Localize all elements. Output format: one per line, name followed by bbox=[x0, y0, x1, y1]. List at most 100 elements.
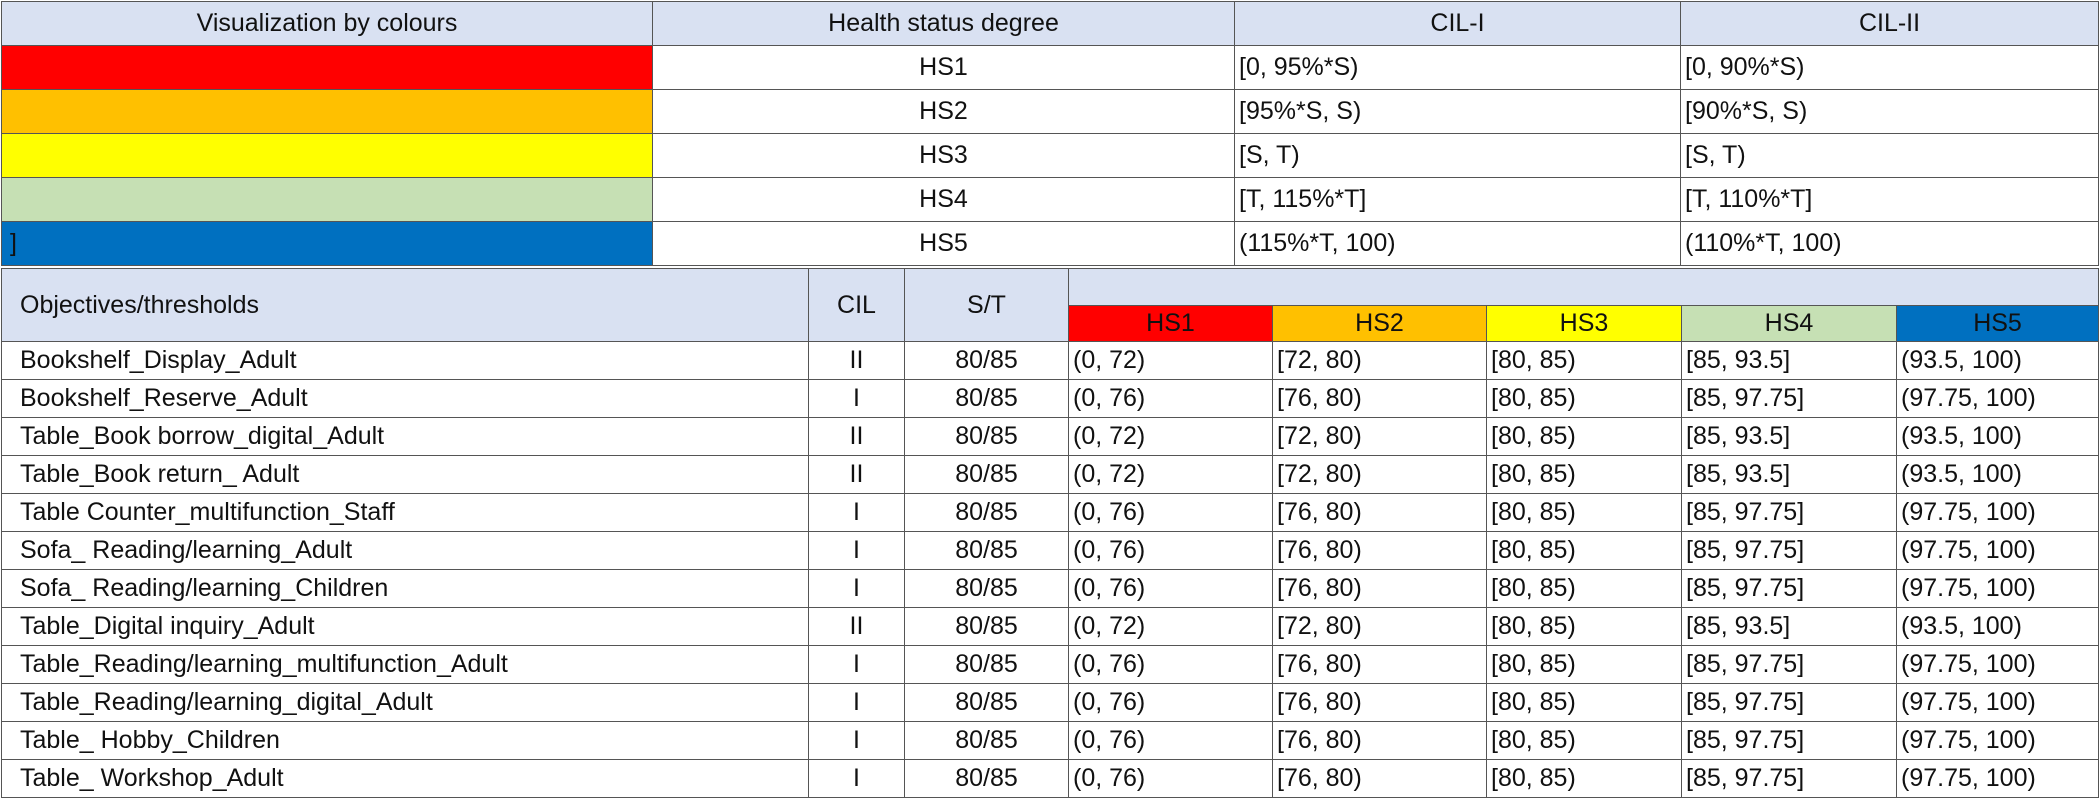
hs5-range: (97.75, 100) bbox=[1895, 493, 2100, 532]
table-row: Sofa_ Reading/learning_Children I 80/85 (0,… bbox=[1, 569, 2100, 608]
header-st: S/T bbox=[904, 268, 1069, 342]
cil-level: II bbox=[808, 417, 905, 456]
st-value: 80/85 bbox=[904, 645, 1069, 684]
hs3-range: [80, 85) bbox=[1486, 417, 1682, 456]
header-hs3: HS3 bbox=[1486, 305, 1682, 342]
hs5-range: (97.75, 100) bbox=[1895, 645, 2100, 684]
hs5-range: (97.75, 100) bbox=[1895, 759, 2100, 798]
header-hs5: HS5 bbox=[1895, 305, 2100, 342]
hs5-range: (97.75, 100) bbox=[1895, 721, 2100, 760]
cil-level: II bbox=[808, 341, 905, 380]
st-value: 80/85 bbox=[904, 569, 1069, 608]
hs1-range: (0, 72) bbox=[1068, 341, 1273, 380]
hs4-range: [85, 93.5] bbox=[1681, 455, 1897, 494]
header-objectives: Objectives/thresholds bbox=[1, 268, 809, 342]
hs1-range: (0, 72) bbox=[1068, 607, 1273, 646]
hs-label: HS4 bbox=[652, 177, 1235, 222]
hs1-range: (0, 72) bbox=[1068, 417, 1273, 456]
table-row: Bookshelf_Display_Adult II 80/85 (0, 72) [72… bbox=[1, 341, 2100, 380]
hs5-range: (97.75, 100) bbox=[1895, 569, 2100, 608]
hs3-range: [80, 85) bbox=[1486, 607, 1682, 646]
hs2-range: [72, 80) bbox=[1272, 417, 1487, 456]
header-cil-1: CIL-I bbox=[1234, 1, 1681, 46]
hs2-range: [72, 80) bbox=[1272, 341, 1487, 380]
table-row: Table_ Workshop_Adult I 80/85 (0, 76) [76, 8… bbox=[1, 759, 2100, 798]
hs5-range: (93.5, 100) bbox=[1895, 607, 2100, 646]
cil2-range: [S, T) bbox=[1680, 133, 2099, 178]
st-value: 80/85 bbox=[904, 341, 1069, 380]
objective-name: Table_Book return_ Adult bbox=[1, 455, 809, 494]
hs5-range: (97.75, 100) bbox=[1895, 531, 2100, 570]
hs1-range: (0, 76) bbox=[1068, 759, 1273, 798]
hs1-range: (0, 76) bbox=[1068, 721, 1273, 760]
table-row: Sofa_ Reading/learning_Adult I 80/85 (0, 76… bbox=[1, 531, 2100, 570]
hs2-range: [72, 80) bbox=[1272, 607, 1487, 646]
cil1-range: [T, 115%*T] bbox=[1234, 177, 1681, 222]
hs-label: HS1 bbox=[652, 45, 1235, 90]
legend-row: HS1 [0, 95%*S) [0, 90%*S) bbox=[1, 45, 2099, 90]
hs1-range: (0, 76) bbox=[1068, 645, 1273, 684]
hs4-range: [85, 97.75] bbox=[1681, 531, 1897, 570]
hs3-range: [80, 85) bbox=[1486, 683, 1682, 722]
cil2-range: (110%*T, 100) bbox=[1680, 221, 2099, 266]
hs2-range: [76, 80) bbox=[1272, 379, 1487, 418]
cil-level: I bbox=[808, 569, 905, 608]
table-row: Table_Reading/learning_multifunction_Adu… bbox=[1, 645, 2100, 684]
hs5-range: (93.5, 100) bbox=[1895, 455, 2100, 494]
hs3-range: [80, 85) bbox=[1486, 569, 1682, 608]
hs-label: HS5 bbox=[652, 221, 1235, 266]
objective-name: Table Counter_multifunction_Staff bbox=[1, 493, 809, 532]
hs4-range: [85, 97.75] bbox=[1681, 379, 1897, 418]
color-swatch bbox=[1, 89, 653, 134]
color-swatch: ] bbox=[1, 221, 653, 266]
cil-level: I bbox=[808, 531, 905, 570]
cil2-range: [0, 90%*S) bbox=[1680, 45, 2099, 90]
cil-level: I bbox=[808, 493, 905, 532]
hs3-range: [80, 85) bbox=[1486, 759, 1682, 798]
table-row: Table_Reading/learning_digital_Adult I 80/… bbox=[1, 683, 2100, 722]
threshold-table: Objectives/thresholds CIL S/T HS1 HS2 HS… bbox=[1, 268, 2100, 798]
hs4-range: [85, 97.75] bbox=[1681, 683, 1897, 722]
document-page: Visualization by colours Health status d… bbox=[0, 0, 2100, 802]
st-value: 80/85 bbox=[904, 721, 1069, 760]
color-swatch bbox=[1, 133, 653, 178]
hs4-range: [85, 93.5] bbox=[1681, 341, 1897, 380]
hs4-range: [85, 93.5] bbox=[1681, 417, 1897, 456]
st-value: 80/85 bbox=[904, 455, 1069, 494]
hs5-range: (97.75, 100) bbox=[1895, 683, 2100, 722]
hs2-range: [76, 80) bbox=[1272, 645, 1487, 684]
cil1-range: [S, T) bbox=[1234, 133, 1681, 178]
hs2-range: [76, 80) bbox=[1272, 569, 1487, 608]
st-value: 80/85 bbox=[904, 379, 1069, 418]
objective-name: Sofa_ Reading/learning_Adult bbox=[1, 531, 809, 570]
table-row: Table Counter_multifunction_Staff I 80/85 (… bbox=[1, 493, 2100, 532]
hs-label: HS2 bbox=[652, 89, 1235, 134]
legend-row: HS4 [T, 115%*T] [T, 110%*T] bbox=[1, 177, 2099, 222]
objective-name: Table_Book borrow_digital_Adult bbox=[1, 417, 809, 456]
objective-name: Sofa_ Reading/learning_Children bbox=[1, 569, 809, 608]
hs4-range: [85, 97.75] bbox=[1681, 759, 1897, 798]
table-row: Table_Book return_ Adult II 80/85 (0, 72) [7… bbox=[1, 455, 2100, 494]
header-hs1: HS1 bbox=[1068, 305, 1273, 342]
hs1-range: (0, 76) bbox=[1068, 379, 1273, 418]
legend-header-row: Visualization by colours Health status d… bbox=[1, 1, 2099, 46]
cil-level: I bbox=[808, 683, 905, 722]
hs4-range: [85, 97.75] bbox=[1681, 721, 1897, 760]
objective-name: Table_Reading/learning_multifunction_Adu… bbox=[1, 645, 809, 684]
hs3-range: [80, 85) bbox=[1486, 531, 1682, 570]
objective-name: Table_Reading/learning_digital_Adult bbox=[1, 683, 809, 722]
hs2-range: [76, 80) bbox=[1272, 493, 1487, 532]
hs3-range: [80, 85) bbox=[1486, 721, 1682, 760]
legend-row: ] HS5 (115%*T, 100) (110%*T, 100) bbox=[1, 221, 2099, 266]
cil-level: I bbox=[808, 645, 905, 684]
objective-name: Bookshelf_Display_Adult bbox=[1, 341, 809, 380]
table-row: Table_ Hobby_Children I 80/85 (0, 76) [76, 8… bbox=[1, 721, 2100, 760]
st-value: 80/85 bbox=[904, 531, 1069, 570]
hs1-range: (0, 76) bbox=[1068, 569, 1273, 608]
cil-level: I bbox=[808, 759, 905, 798]
hs4-range: [85, 97.75] bbox=[1681, 493, 1897, 532]
objective-name: Table_ Hobby_Children bbox=[1, 721, 809, 760]
cil2-range: [90%*S, S) bbox=[1680, 89, 2099, 134]
st-value: 80/85 bbox=[904, 493, 1069, 532]
hs1-range: (0, 76) bbox=[1068, 531, 1273, 570]
